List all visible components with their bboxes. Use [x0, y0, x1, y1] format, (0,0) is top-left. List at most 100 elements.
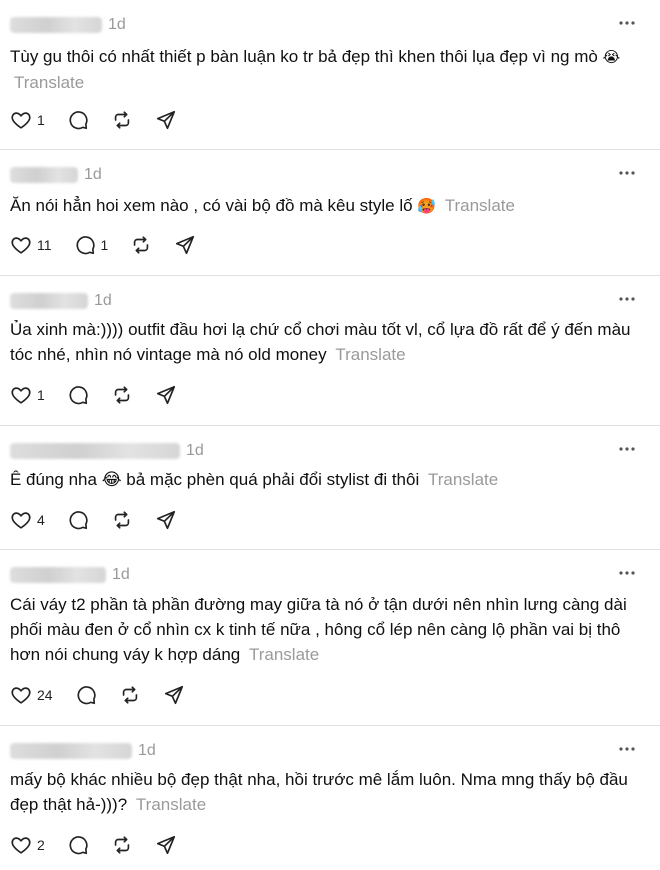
comment-item: 1d Cái váy t2 phần tà phần đường may giữ…: [0, 550, 660, 726]
comment-text-block: Ủa xinh mà:)))) outfit đầu hơi lạ chứ cổ…: [10, 317, 636, 367]
share-icon: [155, 834, 177, 856]
like-button[interactable]: 1: [10, 109, 45, 131]
action-bar: 2: [10, 832, 199, 858]
username[interactable]: [10, 567, 106, 583]
comment-text: Ủa xinh mà:)))) outfit đầu hơi lạ chứ cổ…: [10, 320, 631, 364]
translate-link[interactable]: Translate: [428, 470, 498, 489]
reply-button[interactable]: [67, 109, 89, 131]
repost-button[interactable]: [119, 684, 141, 706]
comment-text-block: mấy bộ khác nhiều bộ đẹp thật nha, hồi t…: [10, 767, 636, 817]
like-count: 4: [37, 512, 45, 528]
heart-icon: [10, 109, 32, 131]
like-count: 24: [37, 687, 53, 703]
comment-icon: [67, 509, 89, 531]
share-button[interactable]: [155, 384, 177, 406]
comment-header: 1d: [10, 164, 102, 186]
comment-feed: 1d Tùy gu thôi có nhất thiết p bàn luận …: [0, 0, 660, 870]
translate-link[interactable]: Translate: [249, 645, 319, 664]
reply-button[interactable]: [75, 684, 97, 706]
share-icon: [155, 109, 177, 131]
repost-icon: [119, 684, 141, 706]
repost-icon: [130, 234, 152, 256]
repost-icon: [111, 834, 133, 856]
comment-text: mấy bộ khác nhiều bộ đẹp thật nha, hồi t…: [10, 770, 628, 814]
share-button[interactable]: [155, 109, 177, 131]
repost-icon: [111, 384, 133, 406]
heart-icon: [10, 834, 32, 856]
action-bar: 4: [10, 507, 199, 533]
action-bar: 1: [10, 107, 199, 133]
username[interactable]: [10, 743, 132, 759]
translate-link[interactable]: Translate: [14, 73, 84, 92]
comment-icon: [67, 834, 89, 856]
more-options-icon[interactable]: [618, 564, 636, 582]
comment-icon: [75, 684, 97, 706]
more-options-icon[interactable]: [618, 740, 636, 758]
comment-header: 1d: [10, 440, 204, 462]
reply-button[interactable]: 1: [74, 234, 109, 256]
more-options-icon[interactable]: [618, 14, 636, 32]
comment-text-block: Tùy gu thôi có nhất thiết p bàn luận ko …: [10, 44, 636, 95]
comment-text: Ê đúng nha 😂 bả mặc phèn quá phải đổi st…: [10, 470, 420, 489]
comment-icon: [67, 384, 89, 406]
comment-item: 1d Ủa xinh mà:)))) outfit đầu hơi lạ chứ…: [0, 276, 660, 426]
reply-button[interactable]: [67, 384, 89, 406]
timestamp: 1d: [108, 16, 126, 33]
share-button[interactable]: [155, 509, 177, 531]
like-count: 1: [37, 387, 45, 403]
action-bar: 1: [10, 382, 199, 408]
translate-link[interactable]: Translate: [136, 795, 206, 814]
share-icon: [174, 234, 196, 256]
like-count: 11: [37, 237, 52, 253]
timestamp: 1d: [94, 292, 112, 309]
action-bar: 24: [10, 682, 207, 708]
comment-emoji: 🥵: [417, 198, 436, 215]
comment-text-block: Ăn nói hẳn hoi xem nào , có vài bộ đồ mà…: [10, 193, 636, 219]
username[interactable]: [10, 293, 88, 309]
reply-button[interactable]: [67, 834, 89, 856]
reply-button[interactable]: [67, 509, 89, 531]
comment-header: 1d: [10, 290, 112, 312]
like-button[interactable]: 2: [10, 834, 45, 856]
comment-item: 1d mấy bộ khác nhiều bộ đẹp thật nha, hồ…: [0, 726, 660, 870]
like-button[interactable]: 4: [10, 509, 45, 531]
timestamp: 1d: [112, 566, 130, 583]
comment-header: 1d: [10, 14, 126, 36]
like-count: 1: [37, 112, 45, 128]
comment-item: 1d Ê đúng nha 😂 bả mặc phèn quá phải đổi…: [0, 426, 660, 550]
timestamp: 1d: [186, 442, 204, 459]
like-button[interactable]: 24: [10, 684, 53, 706]
reply-count: 1: [100, 237, 109, 253]
share-icon: [155, 384, 177, 406]
comment-header: 1d: [10, 564, 130, 586]
share-button[interactable]: [155, 834, 177, 856]
comment-text: Ăn nói hẳn hoi xem nào , có vài bộ đồ mà…: [10, 196, 413, 215]
share-button[interactable]: [163, 684, 185, 706]
like-button[interactable]: 11: [10, 234, 52, 256]
repost-button[interactable]: [130, 234, 152, 256]
comment-icon: [74, 234, 96, 256]
more-options-icon[interactable]: [618, 440, 636, 458]
username[interactable]: [10, 17, 102, 33]
heart-icon: [10, 509, 32, 531]
repost-button[interactable]: [111, 109, 133, 131]
share-button[interactable]: [174, 234, 196, 256]
repost-button[interactable]: [111, 384, 133, 406]
more-options-icon[interactable]: [618, 164, 636, 182]
share-icon: [155, 509, 177, 531]
username[interactable]: [10, 443, 180, 459]
action-bar: 11 1: [10, 232, 218, 258]
heart-icon: [10, 234, 32, 256]
username[interactable]: [10, 167, 78, 183]
repost-button[interactable]: [111, 509, 133, 531]
comment-text: Tùy gu thôi có nhất thiết p bàn luận ko …: [10, 47, 598, 66]
comment-icon: [67, 109, 89, 131]
heart-icon: [10, 684, 32, 706]
heart-icon: [10, 384, 32, 406]
share-icon: [163, 684, 185, 706]
translate-link[interactable]: Translate: [335, 345, 405, 364]
more-options-icon[interactable]: [618, 290, 636, 308]
translate-link[interactable]: Translate: [445, 196, 515, 215]
repost-button[interactable]: [111, 834, 133, 856]
like-button[interactable]: 1: [10, 384, 45, 406]
